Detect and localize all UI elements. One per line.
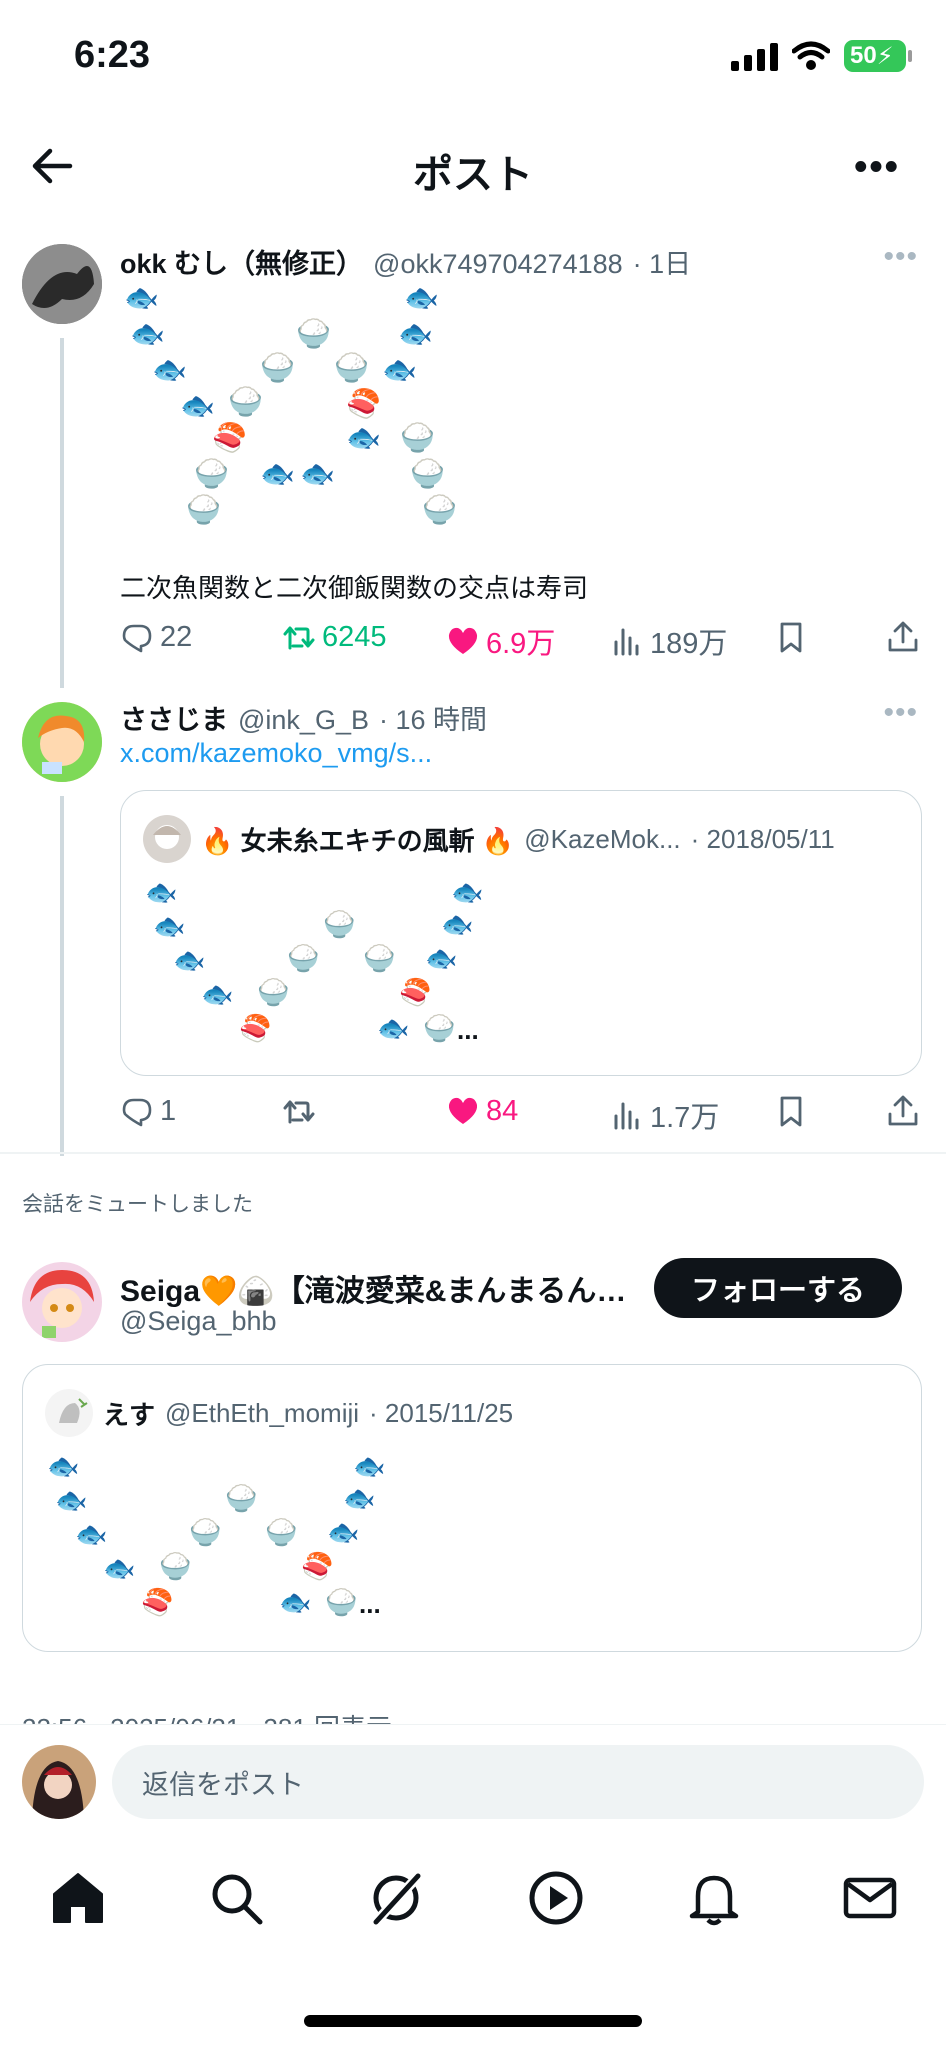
- share-icon: [888, 1095, 918, 1126]
- quoted-tweet[interactable]: えす @EthEth_momiji · 2015/11/25 🐟 🐟 🐟 🐟 🍣 🍚 🍚 🍚…: [22, 1364, 922, 1652]
- reply-button[interactable]: 1: [120, 1094, 176, 1128]
- share-button[interactable]: [886, 620, 920, 654]
- display-name[interactable]: ささじま: [120, 698, 228, 737]
- quote-avatar: [45, 1389, 93, 1437]
- heart-icon: [448, 627, 478, 654]
- post-author: Seiga🧡🍙【滝波愛菜&まんまるん…: [120, 1266, 626, 1310]
- cellular-signal-icon: [731, 41, 778, 71]
- grok-icon[interactable]: [366, 1868, 426, 1928]
- post-author-handle: @Seiga_bhb: [120, 1306, 277, 1337]
- muted-conversation-note: 会話をミュートしました: [22, 1193, 253, 1216]
- quoted-tweet[interactable]: 🔥 女未糸エキチの風斬 🔥 @KazeMok... · 2018/05/11 🐟…: [120, 790, 922, 1076]
- wifi-icon: [792, 41, 830, 70]
- top-nav: ポスト •••: [0, 120, 946, 212]
- views-button[interactable]: 189万: [610, 620, 727, 662]
- tweet-link[interactable]: x.com/kazemoko_vmg/s...: [120, 738, 432, 769]
- status-icons: 50 ⚡: [731, 40, 912, 72]
- quote-emoji-art: 🐟 🐟 🐟 🐟 🍣 🍚 🍚 🍚 🍚 🍣 🐟 🐟 🐟 🐟 🍚 ...: [47, 1451, 386, 1619]
- views-icon: [614, 1102, 639, 1130]
- quote-date: · 2018/05/11: [690, 823, 835, 854]
- battery-icon: 50 ⚡: [844, 40, 912, 72]
- quote-date: · 2015/11/25: [369, 1397, 514, 1428]
- emoji-art: 🐟 🐟 🐟 🐟 🍣 🍚 🍚 🐟 🐟 🍚 🍚 🍚 🍚 🍣 🐟 🐟 🐟 🐟 🍚 🍚 🍚: [124, 282, 457, 525]
- views-button[interactable]: 1.7万: [610, 1094, 719, 1136]
- share-icon: [888, 621, 918, 652]
- like-count: 84: [486, 1094, 519, 1127]
- quote-handle: @EthEth_momiji: [165, 1397, 360, 1428]
- like-button[interactable]: 6.9万: [446, 620, 555, 662]
- battery-level: 50: [850, 42, 877, 69]
- avatar[interactable]: [22, 1262, 102, 1342]
- reply-input[interactable]: 返信をポスト: [112, 1745, 924, 1819]
- repost-button[interactable]: 6245: [282, 620, 387, 654]
- repost-count: 6245: [322, 620, 387, 653]
- status-bar: 6:23 50 ⚡: [0, 0, 946, 110]
- quote-display-name: 🔥 女未糸エキチの風斬 🔥: [201, 825, 515, 856]
- avatar[interactable]: [22, 244, 102, 324]
- user-handle[interactable]: @okk749704274188: [373, 249, 623, 280]
- quote-emoji-art: 🐟 🐟 🐟 🐟 🍣 🍚 🍚 🍚 🍚 🍣 🐟 🐟 🐟 🐟 🍚 ...: [145, 877, 484, 1045]
- messages-envelope-icon[interactable]: [840, 1868, 900, 1928]
- notifications-bell-icon[interactable]: [684, 1868, 744, 1928]
- tweet-header: ささじま @ink_G_B · 16 時間: [120, 698, 487, 737]
- quote-handle: @KazeMok...: [524, 823, 681, 854]
- repost-icon: [283, 1100, 315, 1124]
- search-icon[interactable]: [206, 1868, 266, 1928]
- bookmark-icon: [780, 1096, 802, 1127]
- repost-icon: [283, 626, 315, 650]
- display-name[interactable]: okk むし（無修正）: [120, 242, 363, 281]
- video-play-icon[interactable]: [526, 1868, 586, 1928]
- my-avatar[interactable]: [22, 1745, 96, 1819]
- follow-button[interactable]: フォローする: [654, 1258, 902, 1318]
- post-time: · 1日: [632, 249, 692, 279]
- more-options-icon[interactable]: •••: [854, 146, 900, 189]
- bookmark-button[interactable]: [774, 1094, 808, 1128]
- tweet-menu-icon[interactable]: •••: [883, 240, 918, 274]
- views-icon: [614, 628, 639, 656]
- thread-connector: [60, 338, 64, 688]
- quote-header: 🔥 女未糸エキチの風斬 🔥 @KazeMok... · 2018/05/11: [143, 815, 835, 863]
- tweet-header: okk むし（無修正） @okk749704274188 · 1日: [120, 242, 691, 281]
- view-count: 1.7万: [650, 1102, 720, 1134]
- reply-icon: [122, 624, 152, 653]
- home-indicator: [304, 2015, 642, 2027]
- reply-composer-bar: 返信をポスト: [0, 1724, 946, 1840]
- display-name[interactable]: Seiga🧡🍙【滝波愛菜&まんまるん…: [120, 1266, 626, 1310]
- reply-count: 22: [160, 620, 193, 653]
- quote-avatar: [143, 815, 191, 863]
- home-icon[interactable]: [48, 1868, 108, 1928]
- user-handle[interactable]: @ink_G_B: [238, 705, 369, 736]
- tweet-text: 二次魚関数と二次御飯関数の交点は寿司: [120, 573, 589, 603]
- reply-icon: [122, 1098, 152, 1127]
- repost-button[interactable]: [282, 1094, 322, 1128]
- quote-display-name: えす: [103, 1399, 156, 1430]
- reply-button[interactable]: 22: [120, 620, 192, 654]
- quote-ellipsis: ...: [457, 1015, 479, 1045]
- user-handle[interactable]: @Seiga_bhb: [120, 1306, 277, 1337]
- like-button[interactable]: 84: [446, 1094, 518, 1128]
- like-count: 6.9万: [486, 628, 556, 660]
- avatar[interactable]: [22, 702, 102, 782]
- post-time: · 16 時間: [378, 705, 487, 735]
- divider: [0, 1152, 946, 1154]
- clock: 6:23: [74, 34, 151, 76]
- tweet-actions: 1 84 1.7万: [120, 1094, 920, 1138]
- bookmark-icon: [780, 622, 802, 653]
- view-count: 189万: [650, 628, 728, 660]
- share-button[interactable]: [886, 1094, 920, 1128]
- tweet-menu-icon[interactable]: •••: [883, 696, 918, 730]
- reply-count: 1: [160, 1094, 177, 1127]
- thread-connector: [60, 796, 64, 1156]
- heart-icon: [448, 1097, 478, 1124]
- quote-ellipsis: ...: [359, 1589, 381, 1619]
- quote-header: えす @EthEth_momiji · 2015/11/25: [45, 1389, 513, 1437]
- page-title: ポスト: [413, 153, 533, 197]
- bookmark-button[interactable]: [774, 620, 808, 654]
- bottom-tab-bar: [0, 1856, 946, 1948]
- tweet-actions: 22 6245 6.9万 189万: [120, 620, 920, 664]
